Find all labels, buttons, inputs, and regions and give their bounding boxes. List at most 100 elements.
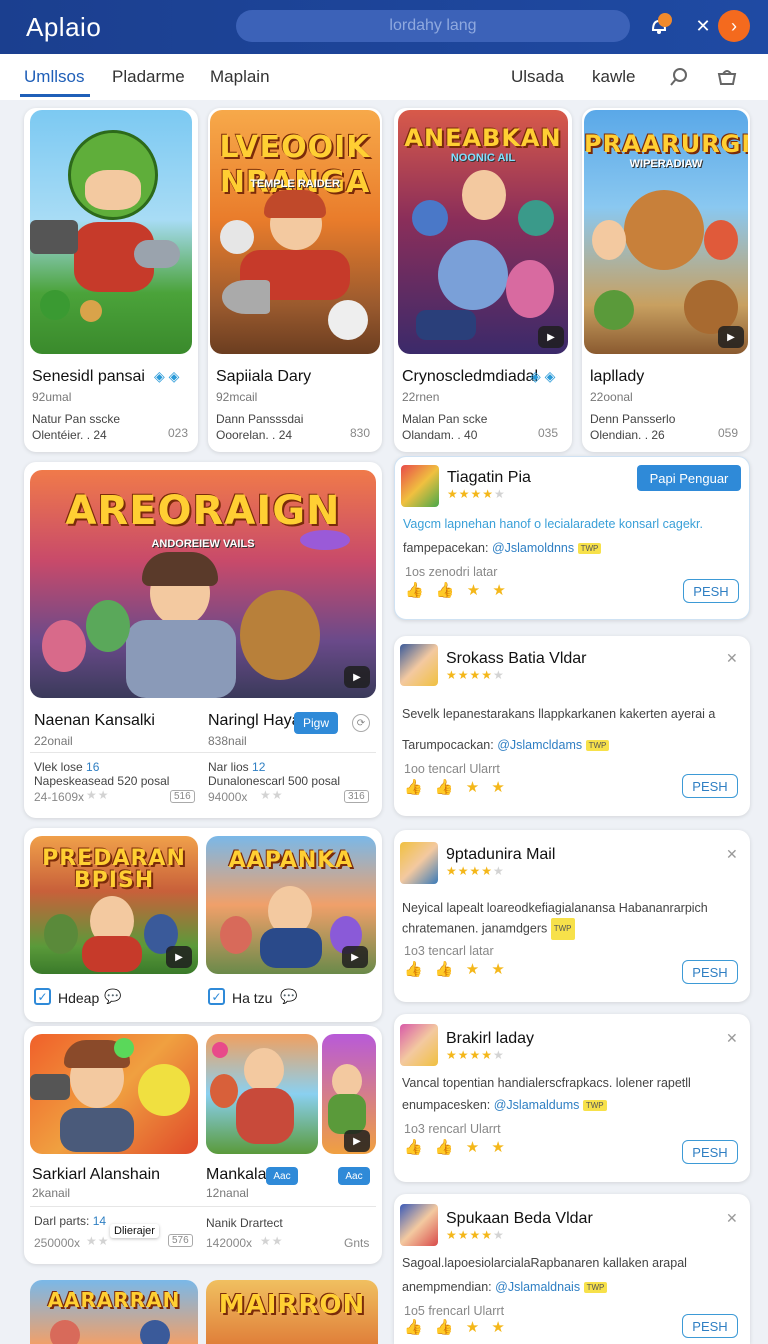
game-subtitle: 838nail — [208, 734, 247, 748]
play-icon[interactable]: ▶ — [718, 326, 744, 348]
info-icon[interactable]: ⟳ — [352, 714, 370, 732]
reaction-icons[interactable]: 👍 👍 ★ ★ — [405, 581, 510, 599]
game-subtitle: 2kanail — [32, 1186, 71, 1200]
app-description: Neyical lapealt loareodkefiagialanansa H… — [402, 898, 742, 940]
tab-umllsos[interactable]: Umllsos — [24, 67, 84, 87]
app-description: Sevelk lepanestarakans llappkarkanen kak… — [402, 707, 716, 721]
app-avatar — [400, 644, 438, 686]
game-art[interactable]: MAIRRON — [206, 1280, 378, 1344]
play-icon[interactable]: ▶ — [166, 946, 192, 968]
rating-stars: ★★ — [260, 788, 284, 802]
rating-stars: ★★ — [86, 1234, 110, 1248]
game-art: PRAARURGN WIPERADIAW ▶ — [584, 110, 748, 354]
play-icon[interactable]: ▶ — [538, 326, 564, 348]
rating-stars: ★★★★★ — [446, 1048, 505, 1062]
primary-action-button[interactable]: Papi Penguar — [637, 465, 741, 491]
art-title: AARARRAN — [47, 1288, 181, 1312]
search-icon[interactable] — [668, 66, 690, 88]
game-title: Crynoscledmdiadal — [402, 368, 539, 385]
tab-kawle[interactable]: kawle — [592, 67, 635, 87]
notification-icon[interactable] — [644, 11, 674, 41]
search-input[interactable]: lordahy lang — [236, 10, 630, 42]
app-list-card[interactable]: Tiagatin Pia ★★★★★ Papi Penguar Vagcm la… — [394, 456, 750, 620]
tab-pladarme[interactable]: Pladarme — [112, 67, 185, 87]
reaction-icons[interactable]: 👍 👍 ★ ★ — [404, 1318, 509, 1336]
app-list-card[interactable]: Spukaan Beda Vldar ★★★★★ ✕ Sagoal.lapoes… — [394, 1194, 750, 1344]
checkbox[interactable]: ✓ — [208, 988, 225, 1005]
rating-stars: ★★★★★ — [446, 864, 505, 878]
checkbox[interactable]: ✓ — [34, 988, 51, 1005]
reaction-icons[interactable]: 👍 👍 ★ ★ — [404, 778, 509, 796]
play-icon[interactable]: ▶ — [342, 946, 368, 968]
push-button[interactable]: PESH — [682, 1140, 738, 1164]
close-icon[interactable]: ✕ — [688, 11, 718, 41]
app-list-card[interactable]: Srokass Batia Vldar ★★★★★ ✕ Sevelk lepan… — [394, 636, 750, 816]
app-meta: 1o5 frencarl Ularrt — [404, 1304, 505, 1318]
play-button[interactable]: Pigw — [294, 712, 338, 734]
close-icon[interactable]: ✕ — [726, 846, 738, 863]
tab-ulsada[interactable]: Ulsada — [511, 67, 564, 87]
comment-icon[interactable]: 💬 — [104, 988, 121, 1005]
game-title: Sapiiala Dary — [216, 368, 312, 385]
reaction-icons[interactable]: 👍 👍 ★ ★ — [404, 960, 509, 978]
game-subtitle: 22oonal — [590, 390, 633, 404]
tag-badge: 516 — [170, 790, 195, 803]
art-title: PREDARAN BPISH — [42, 846, 186, 893]
comment-icon[interactable]: 💬 — [280, 988, 297, 1005]
app-title: Srokass Batia Vldar — [446, 650, 587, 667]
rating-stars: ★★★★★ — [446, 1228, 505, 1242]
reaction-icons[interactable]: 👍 👍 ★ ★ — [404, 1138, 509, 1156]
game-info: Vlek lose 16 — [34, 760, 100, 774]
push-button[interactable]: PESH — [682, 1314, 738, 1338]
checkbox-label: Hdeap — [58, 990, 100, 1006]
game-meta: Ooorelan. . 24 — [216, 428, 293, 442]
game-title: Naenan Kansalki — [34, 712, 155, 729]
game-art[interactable]: PREDARAN BPISH ▶ — [30, 836, 198, 974]
game-subtitle: 92mcail — [216, 390, 258, 404]
featured-game-card[interactable]: AREORAIGN ANDOREIEW VAILS ▶ Naenan Kansa… — [24, 462, 382, 818]
push-button[interactable]: PESH — [682, 960, 738, 984]
app-meta: 1o3 tencarl latar — [404, 944, 494, 958]
game-art: LVEOOIK NRANGA TEMPLE RAIDER — [210, 110, 380, 354]
game-info: Dann Pansssdai — [216, 412, 304, 426]
game-count: 035 — [538, 426, 559, 440]
app-meta: 1oo tencarl Ularrt — [404, 762, 500, 776]
push-button[interactable]: PESH — [682, 774, 738, 798]
close-icon[interactable]: ✕ — [726, 1210, 738, 1227]
game-info: Nar lios 12 — [208, 760, 266, 774]
play-icon[interactable]: ▶ — [344, 666, 370, 688]
game-art[interactable] — [206, 1034, 318, 1154]
game-grid-card: PREDARAN BPISH ▶ AAPANKA ▶ ✓ Hdeap 💬 ✓ H… — [24, 828, 382, 1022]
app-list-card[interactable]: Brakirl laday ★★★★★ ✕ Vancal topentian h… — [394, 1014, 750, 1182]
app-avatar — [400, 1024, 438, 1066]
game-art[interactable] — [30, 1034, 198, 1154]
push-button[interactable]: PESH — [683, 579, 739, 603]
game-art[interactable]: AARARRAN — [30, 1280, 198, 1344]
art-title: PRAARURGN — [584, 130, 748, 158]
close-icon[interactable]: ✕ — [726, 650, 738, 667]
art-subtitle: NOONIC AIL — [450, 152, 516, 164]
action-button[interactable]: Aac — [266, 1167, 298, 1185]
game-card[interactable]: LVEOOIK NRANGA TEMPLE RAIDER Sapiiala Da… — [208, 108, 382, 452]
game-art[interactable]: AAPANKA ▶ — [206, 836, 376, 974]
game-card[interactable]: ANEABKAN NOONIC AIL ▶ Crynoscledmdiadal … — [394, 108, 572, 452]
game-card[interactable]: PRAARURGN WIPERADIAW ▶ lapllady 22oonal … — [582, 108, 750, 452]
basket-icon[interactable] — [716, 66, 738, 88]
tab-maplain[interactable]: Maplain — [210, 67, 270, 87]
close-icon[interactable]: ✕ — [726, 1030, 738, 1047]
game-card[interactable]: Senesidl pansai ◈ ◈ 92umal Natur Pan ssc… — [24, 108, 198, 452]
art-subtitle: TEMPLE RAIDER — [250, 178, 340, 190]
action-button[interactable]: Aac — [338, 1167, 370, 1185]
game-downloads: 94000x — [208, 790, 248, 804]
art-title: AREORAIGN — [65, 488, 341, 534]
tag-badge: 576 — [168, 1234, 193, 1247]
play-icon[interactable]: ▶ — [344, 1130, 370, 1152]
rating-stars: ★★ — [86, 788, 110, 802]
game-art[interactable]: ▶ — [322, 1034, 376, 1154]
rating-stars: ★★★★★ — [447, 487, 506, 501]
app-list-card[interactable]: 9ptadunira Mail ★★★★★ ✕ Neyical lapealt … — [394, 830, 750, 1002]
game-meta: Olandam. . 40 — [402, 428, 478, 442]
forward-arrow-icon[interactable]: › — [718, 10, 750, 42]
game-subtitle: 22rnen — [402, 390, 440, 404]
game-subtitle: 22onail — [34, 734, 73, 748]
